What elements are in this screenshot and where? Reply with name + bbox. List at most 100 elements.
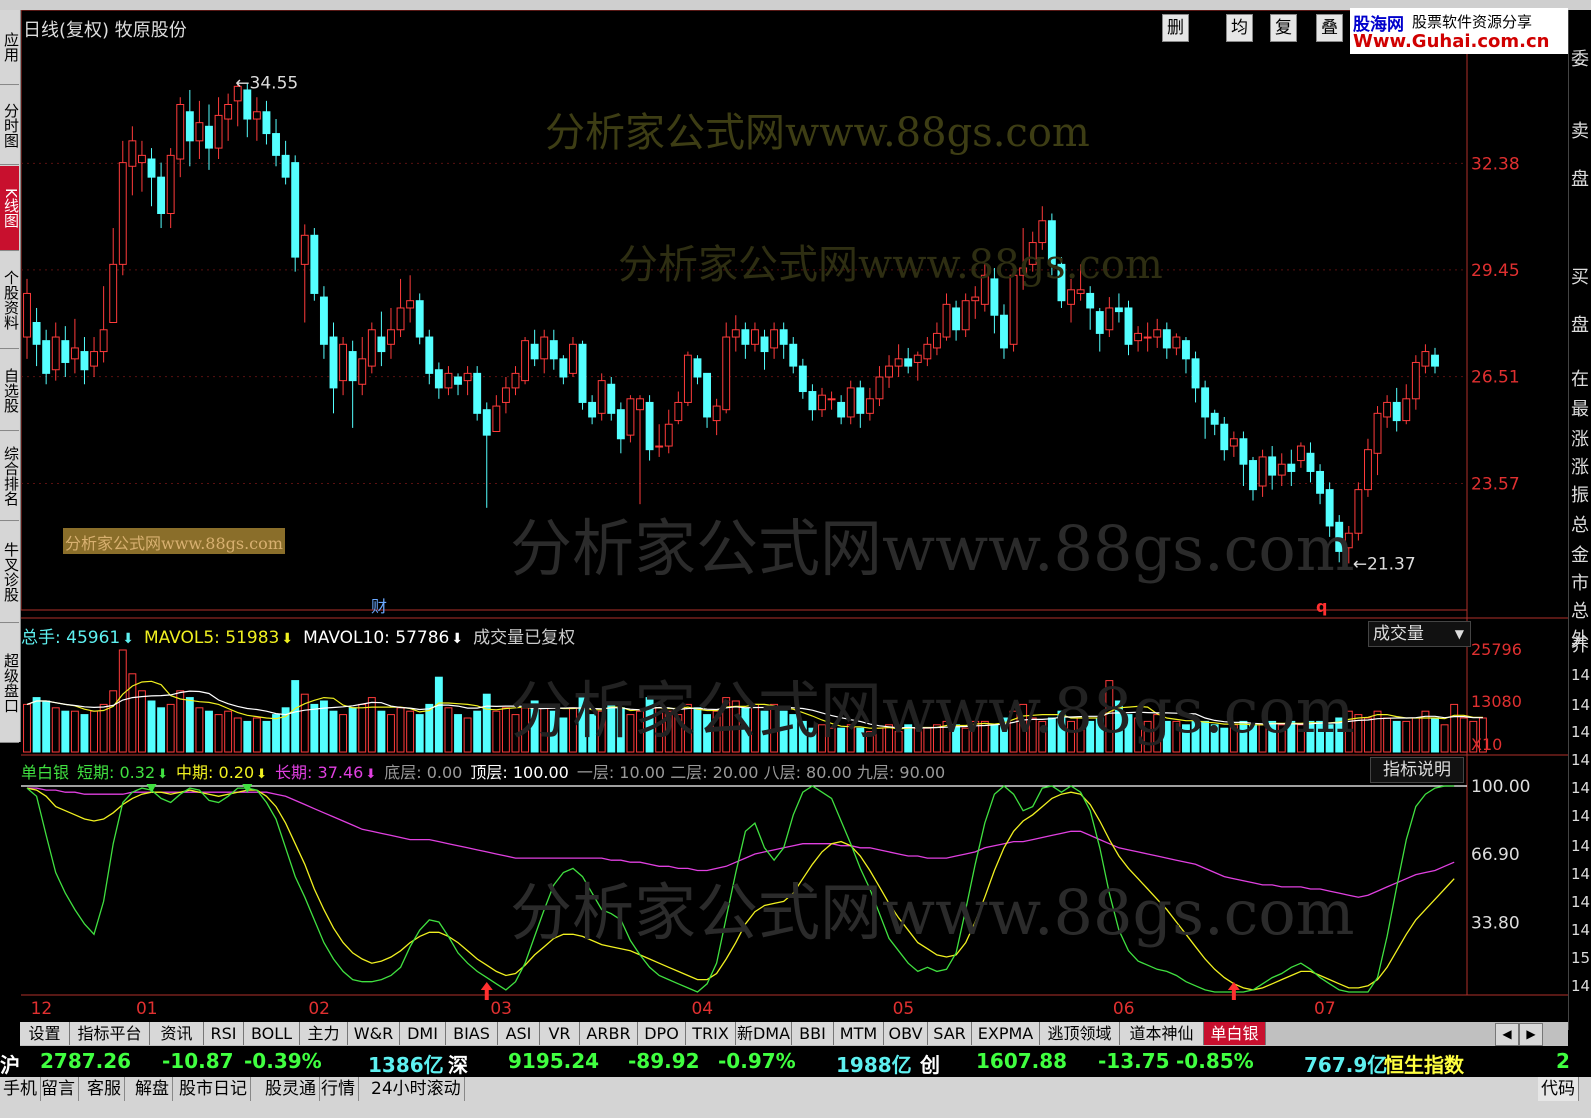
price-low-label: ←21.37 bbox=[1353, 554, 1416, 574]
indicator-explain-button[interactable]: 指标说明 bbox=[1370, 757, 1464, 783]
volume-bar bbox=[492, 710, 501, 753]
volume-bar bbox=[1373, 710, 1382, 753]
volume-bar bbox=[224, 710, 233, 753]
volume-bar bbox=[501, 707, 510, 753]
indicator-tab[interactable]: BBI bbox=[792, 1022, 834, 1045]
indicator-tab[interactable]: ASI bbox=[498, 1022, 540, 1045]
volume-bar bbox=[1421, 710, 1430, 753]
candle bbox=[540, 336, 549, 360]
bottom-bar-item[interactable]: 客服 bbox=[84, 1077, 125, 1101]
candle bbox=[109, 263, 118, 324]
indicator-tab[interactable]: TRIX bbox=[686, 1022, 736, 1045]
indicator-tab[interactable]: W&R bbox=[348, 1022, 400, 1045]
indicator-legend-item: 单白银 bbox=[21, 763, 70, 782]
indicator-legend-item: 顶层: 100.00 bbox=[470, 763, 569, 782]
indicator-tab[interactable]: 道本神仙 bbox=[1120, 1022, 1204, 1045]
volume-selector[interactable]: 成交量 ▼ bbox=[1368, 621, 1471, 647]
candle bbox=[348, 351, 357, 382]
right-panel-item: 14 bbox=[1571, 893, 1591, 911]
restore-rights-button[interactable]: 复权 bbox=[1270, 14, 1297, 64]
candle bbox=[664, 423, 673, 447]
right-panel-item: 盘 bbox=[1571, 169, 1589, 190]
candle bbox=[1268, 456, 1277, 476]
remove-watchlist-button[interactable]: 删自选 bbox=[1162, 14, 1189, 90]
candle bbox=[1086, 292, 1095, 309]
indicator-tab[interactable]: DPO bbox=[638, 1022, 686, 1045]
left-tab-6[interactable]: 牛叉诊股 bbox=[0, 522, 20, 623]
indicator-tab[interactable]: ARBR bbox=[580, 1022, 638, 1045]
volume-bar bbox=[1392, 720, 1401, 753]
volume-bar bbox=[42, 700, 51, 753]
left-tab-7[interactable]: 超级盘口 bbox=[0, 624, 20, 743]
candle bbox=[865, 398, 874, 414]
right-panel-item: 涨 bbox=[1571, 429, 1589, 450]
indicator-tab[interactable]: 主力 bbox=[300, 1022, 348, 1045]
volume-legend-item: 总手: 45961 bbox=[21, 628, 121, 648]
candle bbox=[329, 336, 338, 389]
left-tab-0[interactable]: 应用 bbox=[0, 10, 20, 85]
candle bbox=[885, 365, 893, 378]
left-tab-5[interactable]: 综合排名 bbox=[0, 432, 20, 521]
left-tab-4[interactable]: 自选股 bbox=[0, 350, 20, 431]
candle bbox=[147, 158, 156, 178]
volume-bar bbox=[262, 720, 271, 753]
candle bbox=[703, 372, 712, 418]
indicator-tab[interactable]: MTM bbox=[834, 1022, 884, 1045]
candle bbox=[789, 343, 798, 367]
candle bbox=[224, 104, 233, 120]
right-panel-item: 14 bbox=[1571, 696, 1591, 714]
left-tab-1[interactable]: 分时图 bbox=[0, 86, 20, 165]
ticker-item: 创 bbox=[920, 1053, 940, 1077]
bottom-bar-item[interactable]: 股灵通 bbox=[262, 1077, 320, 1101]
ticker-item: 2787.26 bbox=[40, 1049, 132, 1073]
indicator-tab[interactable]: 逃顶领域 bbox=[1040, 1022, 1120, 1045]
tab-scroll-left-icon[interactable]: ◀ bbox=[1495, 1023, 1519, 1046]
candle bbox=[1172, 336, 1181, 349]
ticker-item: -10.87 bbox=[162, 1049, 234, 1073]
left-tab-bar: 应用 分时图 K线图 个股资料 自选股 综合排名 牛叉诊股 超级盘口 bbox=[0, 10, 21, 743]
arrow-down-icon: ⬇ bbox=[451, 631, 464, 647]
volume-bar bbox=[252, 717, 261, 753]
bottom-bar-item[interactable]: 行情 bbox=[318, 1077, 359, 1101]
volume-bar bbox=[90, 710, 98, 753]
ma-button[interactable]: 均线 bbox=[1226, 14, 1253, 64]
code-input-button[interactable]: 代码 bbox=[1538, 1077, 1579, 1101]
bottom-bar-item[interactable]: 股市日记 bbox=[176, 1077, 251, 1101]
tab-scroll-right-icon[interactable]: ▶ bbox=[1519, 1023, 1543, 1046]
indicator-tab[interactable]: SAR bbox=[928, 1022, 972, 1045]
left-tab-3[interactable]: 个股资料 bbox=[0, 252, 20, 349]
indicator-tab[interactable]: RSI bbox=[204, 1022, 244, 1045]
indicator-legend-item: 一层: 10.00 二层: 20.00 八层: 80.00 九层: 90.00 bbox=[576, 763, 946, 782]
indicator-tab[interactable]: BOLL bbox=[244, 1022, 300, 1045]
ticker-item: -0.39% bbox=[244, 1049, 322, 1073]
candle bbox=[741, 329, 750, 345]
indicator-tab[interactable]: OBV bbox=[884, 1022, 928, 1045]
indicator-tab[interactable]: 设置 bbox=[20, 1022, 70, 1045]
volume-bar bbox=[32, 697, 41, 753]
indicator-tab[interactable]: 单白银 bbox=[1204, 1022, 1266, 1045]
indicator-tab[interactable]: 指标平台 bbox=[70, 1022, 150, 1045]
indicator-legend-item: 中期: 0.20 bbox=[176, 763, 255, 782]
candle bbox=[961, 300, 970, 331]
date-axis-label: 02 bbox=[308, 999, 330, 1019]
indicator-tab[interactable]: DMI bbox=[400, 1022, 446, 1045]
candle bbox=[166, 154, 175, 215]
candle bbox=[128, 140, 137, 167]
price-axis-label: 26.51 bbox=[1471, 368, 1520, 388]
bottom-bar-item[interactable]: 留言 bbox=[38, 1077, 79, 1101]
indicator-tab[interactable]: VR bbox=[540, 1022, 580, 1045]
volume-axis-label: 25796 bbox=[1471, 640, 1522, 659]
bottom-bar-item[interactable]: 解盘 bbox=[132, 1077, 173, 1101]
bottom-bar-item[interactable]: 24小时滚动 bbox=[368, 1077, 465, 1101]
volume-bar bbox=[176, 690, 185, 753]
candle bbox=[559, 358, 568, 378]
indicator-tab[interactable]: 新DMA bbox=[736, 1022, 792, 1045]
indicator-tab[interactable]: EXPMA bbox=[972, 1022, 1040, 1045]
right-panel-item: 卖 bbox=[1571, 121, 1589, 142]
overlay-button[interactable]: 叠 bbox=[1316, 14, 1343, 42]
candle bbox=[779, 329, 788, 345]
indicator-tab[interactable]: BIAS bbox=[446, 1022, 498, 1045]
left-tab-2[interactable]: K线图 bbox=[0, 166, 20, 251]
bottom-bar-item[interactable]: 手机 bbox=[0, 1077, 41, 1101]
indicator-tab[interactable]: 资讯 bbox=[150, 1022, 204, 1045]
